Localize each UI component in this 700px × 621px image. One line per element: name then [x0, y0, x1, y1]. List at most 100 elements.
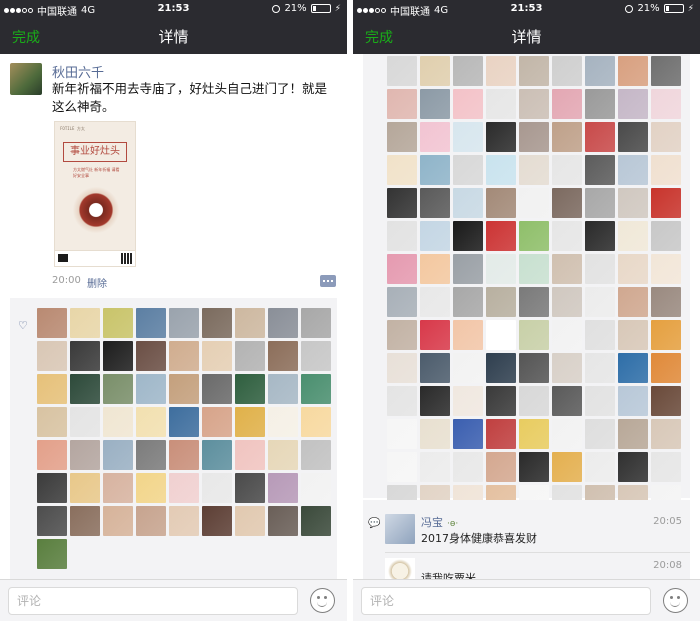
liker-avatar[interactable]	[519, 419, 549, 449]
liker-avatar[interactable]	[585, 89, 615, 119]
liker-avatar[interactable]	[618, 89, 648, 119]
liker-avatar[interactable]	[202, 341, 232, 371]
liker-avatar[interactable]	[268, 473, 298, 503]
liker-avatar[interactable]	[486, 287, 516, 317]
liker-avatar[interactable]	[235, 308, 265, 338]
liker-avatar[interactable]	[486, 419, 516, 449]
liker-avatar[interactable]	[268, 341, 298, 371]
liker-avatar[interactable]	[136, 506, 166, 536]
liker-avatar[interactable]	[301, 473, 331, 503]
liker-avatar[interactable]	[519, 452, 549, 482]
emoji-face-icon[interactable]	[663, 588, 688, 613]
liker-avatar[interactable]	[618, 287, 648, 317]
liker-avatar[interactable]	[585, 188, 615, 218]
liker-avatar[interactable]	[453, 221, 483, 251]
liker-avatar[interactable]	[552, 122, 582, 152]
liker-avatar[interactable]	[103, 440, 133, 470]
comment-author[interactable]: 冯宝 ·ө·	[421, 514, 458, 530]
liker-avatar[interactable]	[519, 254, 549, 284]
liker-avatar[interactable]	[420, 155, 450, 185]
liker-avatar[interactable]	[519, 287, 549, 317]
liker-avatar[interactable]	[519, 353, 549, 383]
liker-avatar[interactable]	[585, 56, 615, 86]
post-image[interactable]: FOTILE 方太 事业好灶头 方太燃气灶 新年祈福 请看好安全事	[54, 121, 136, 267]
liker-avatar[interactable]	[453, 188, 483, 218]
liker-avatar[interactable]	[37, 341, 67, 371]
liker-avatar[interactable]	[169, 407, 199, 437]
liker-avatar[interactable]	[486, 56, 516, 86]
liker-avatar[interactable]	[387, 353, 417, 383]
liker-avatar[interactable]	[552, 386, 582, 416]
liker-avatar[interactable]	[618, 188, 648, 218]
liker-avatar[interactable]	[618, 452, 648, 482]
liker-avatar[interactable]	[268, 374, 298, 404]
liker-avatar[interactable]	[169, 374, 199, 404]
liker-avatar[interactable]	[618, 122, 648, 152]
liker-avatar[interactable]	[37, 407, 67, 437]
liker-avatar[interactable]	[301, 308, 331, 338]
liker-avatar[interactable]	[235, 473, 265, 503]
liker-avatar[interactable]	[387, 155, 417, 185]
liker-avatar[interactable]	[103, 506, 133, 536]
liker-avatar[interactable]	[651, 155, 681, 185]
comment-text[interactable]: 2017身体健康恭喜发财	[421, 530, 537, 546]
liker-avatar[interactable]	[552, 419, 582, 449]
comment-menu-icon[interactable]	[320, 275, 336, 287]
liker-avatar[interactable]	[552, 254, 582, 284]
liker-avatar[interactable]	[651, 353, 681, 383]
liker-avatar[interactable]	[651, 386, 681, 416]
liker-avatar[interactable]	[486, 89, 516, 119]
liker-avatar[interactable]	[585, 254, 615, 284]
liker-avatar[interactable]	[301, 341, 331, 371]
liker-avatar[interactable]	[202, 440, 232, 470]
liker-avatar[interactable]	[453, 353, 483, 383]
liker-avatar[interactable]	[37, 473, 67, 503]
liker-avatar[interactable]	[651, 254, 681, 284]
liker-avatar[interactable]	[453, 254, 483, 284]
liker-avatar[interactable]	[420, 221, 450, 251]
liker-avatar[interactable]	[169, 506, 199, 536]
liker-avatar[interactable]	[103, 407, 133, 437]
liker-avatar[interactable]	[420, 188, 450, 218]
liker-avatar[interactable]	[585, 122, 615, 152]
liker-avatar[interactable]	[387, 221, 417, 251]
liker-avatar[interactable]	[268, 506, 298, 536]
liker-avatar[interactable]	[486, 254, 516, 284]
liker-avatar[interactable]	[486, 452, 516, 482]
liker-avatar[interactable]	[486, 386, 516, 416]
liker-avatar[interactable]	[169, 473, 199, 503]
liker-avatar[interactable]	[618, 56, 648, 86]
liker-avatar[interactable]	[585, 386, 615, 416]
liker-avatar[interactable]	[301, 506, 331, 536]
liker-avatar[interactable]	[519, 89, 549, 119]
liker-avatar[interactable]	[420, 122, 450, 152]
liker-avatar[interactable]	[70, 308, 100, 338]
liker-avatar[interactable]	[486, 155, 516, 185]
liker-avatar[interactable]	[202, 407, 232, 437]
liker-avatar[interactable]	[486, 221, 516, 251]
liker-avatar[interactable]	[618, 386, 648, 416]
liker-avatar[interactable]	[552, 287, 582, 317]
liker-avatar[interactable]	[268, 440, 298, 470]
liker-avatar[interactable]	[70, 341, 100, 371]
liker-avatar[interactable]	[136, 407, 166, 437]
liker-avatar[interactable]	[453, 56, 483, 86]
liker-avatar[interactable]	[585, 155, 615, 185]
liker-avatar[interactable]	[453, 155, 483, 185]
liker-avatar[interactable]	[651, 221, 681, 251]
comment-input[interactable]	[8, 587, 298, 615]
liker-avatar[interactable]	[453, 419, 483, 449]
liker-avatar[interactable]	[453, 287, 483, 317]
liker-avatar[interactable]	[519, 122, 549, 152]
liker-avatar[interactable]	[585, 221, 615, 251]
liker-avatar[interactable]	[235, 506, 265, 536]
commenter-avatar[interactable]	[385, 514, 415, 544]
liker-avatar[interactable]	[552, 452, 582, 482]
liker-avatar[interactable]	[103, 308, 133, 338]
liker-avatar[interactable]	[453, 452, 483, 482]
liker-avatar[interactable]	[519, 56, 549, 86]
liker-avatar[interactable]	[585, 320, 615, 350]
liker-avatar[interactable]	[519, 221, 549, 251]
liker-avatar[interactable]	[301, 374, 331, 404]
liker-avatar[interactable]	[651, 287, 681, 317]
